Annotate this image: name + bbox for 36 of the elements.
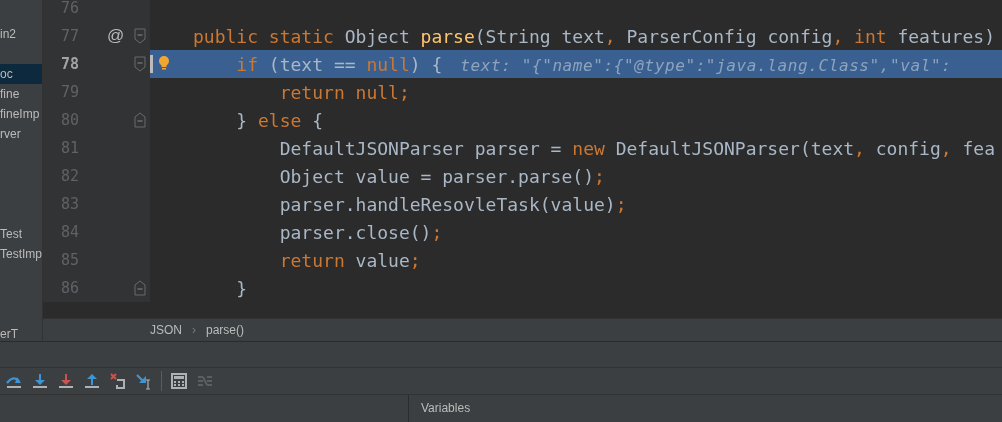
step-out-icon[interactable] (83, 372, 101, 390)
drop-frame-icon[interactable] (109, 372, 127, 390)
code-line: return null; (278, 81, 410, 103)
force-step-into-icon[interactable] (57, 372, 75, 390)
project-tree-item[interactable]: Test (0, 224, 42, 244)
run-to-cursor-icon[interactable] (135, 372, 153, 390)
panel-title: Variables (420, 400, 471, 417)
project-tree-item[interactable]: in2 (0, 24, 42, 44)
breadcrumb-separator: › (192, 323, 196, 337)
code-line: Object value = parser.parse(); (278, 165, 605, 187)
project-tree-item[interactable]: TestImp (0, 244, 42, 264)
code-line: return value; (278, 249, 421, 271)
code-line: parser.handleResovleTask(value); (278, 193, 627, 215)
fold-marker-icon[interactable] (134, 56, 146, 72)
fold-marker-icon[interactable] (134, 28, 146, 44)
project-tree-item[interactable]: rver (0, 124, 42, 144)
gutter-marker[interactable]: @ (107, 26, 125, 46)
code-line: } else { (235, 109, 324, 131)
project-tree-item[interactable]: fine (0, 84, 42, 104)
line-number: 78 (59, 55, 79, 73)
fold-marker-icon[interactable] (134, 112, 146, 128)
lightbulb-icon[interactable] (158, 55, 170, 71)
text-caret (150, 55, 153, 73)
code-line: DefaultJSONParser parser = new DefaultJSONParser(text, config, fea (278, 137, 995, 159)
breadcrumb[interactable]: parse() (206, 323, 245, 337)
code-line: public static Object parse(String text, ParserConfig config, int features) (193, 25, 995, 47)
code-line: if (text == null) { text: "{"name":{"@type":"java.lang.Class","val": (235, 53, 952, 75)
code-line: parser.close(); (278, 221, 443, 243)
fold-marker-icon[interactable] (134, 280, 146, 296)
project-tree-item[interactable]: erT (0, 324, 42, 341)
step-into-icon[interactable] (31, 372, 49, 390)
breadcrumb[interactable]: JSON (150, 323, 182, 337)
project-tree-item[interactable]: oc (0, 64, 42, 84)
evaluate-icon[interactable] (170, 372, 188, 390)
code-line: } (235, 277, 248, 299)
project-tree-item[interactable]: fineImp (0, 104, 42, 124)
